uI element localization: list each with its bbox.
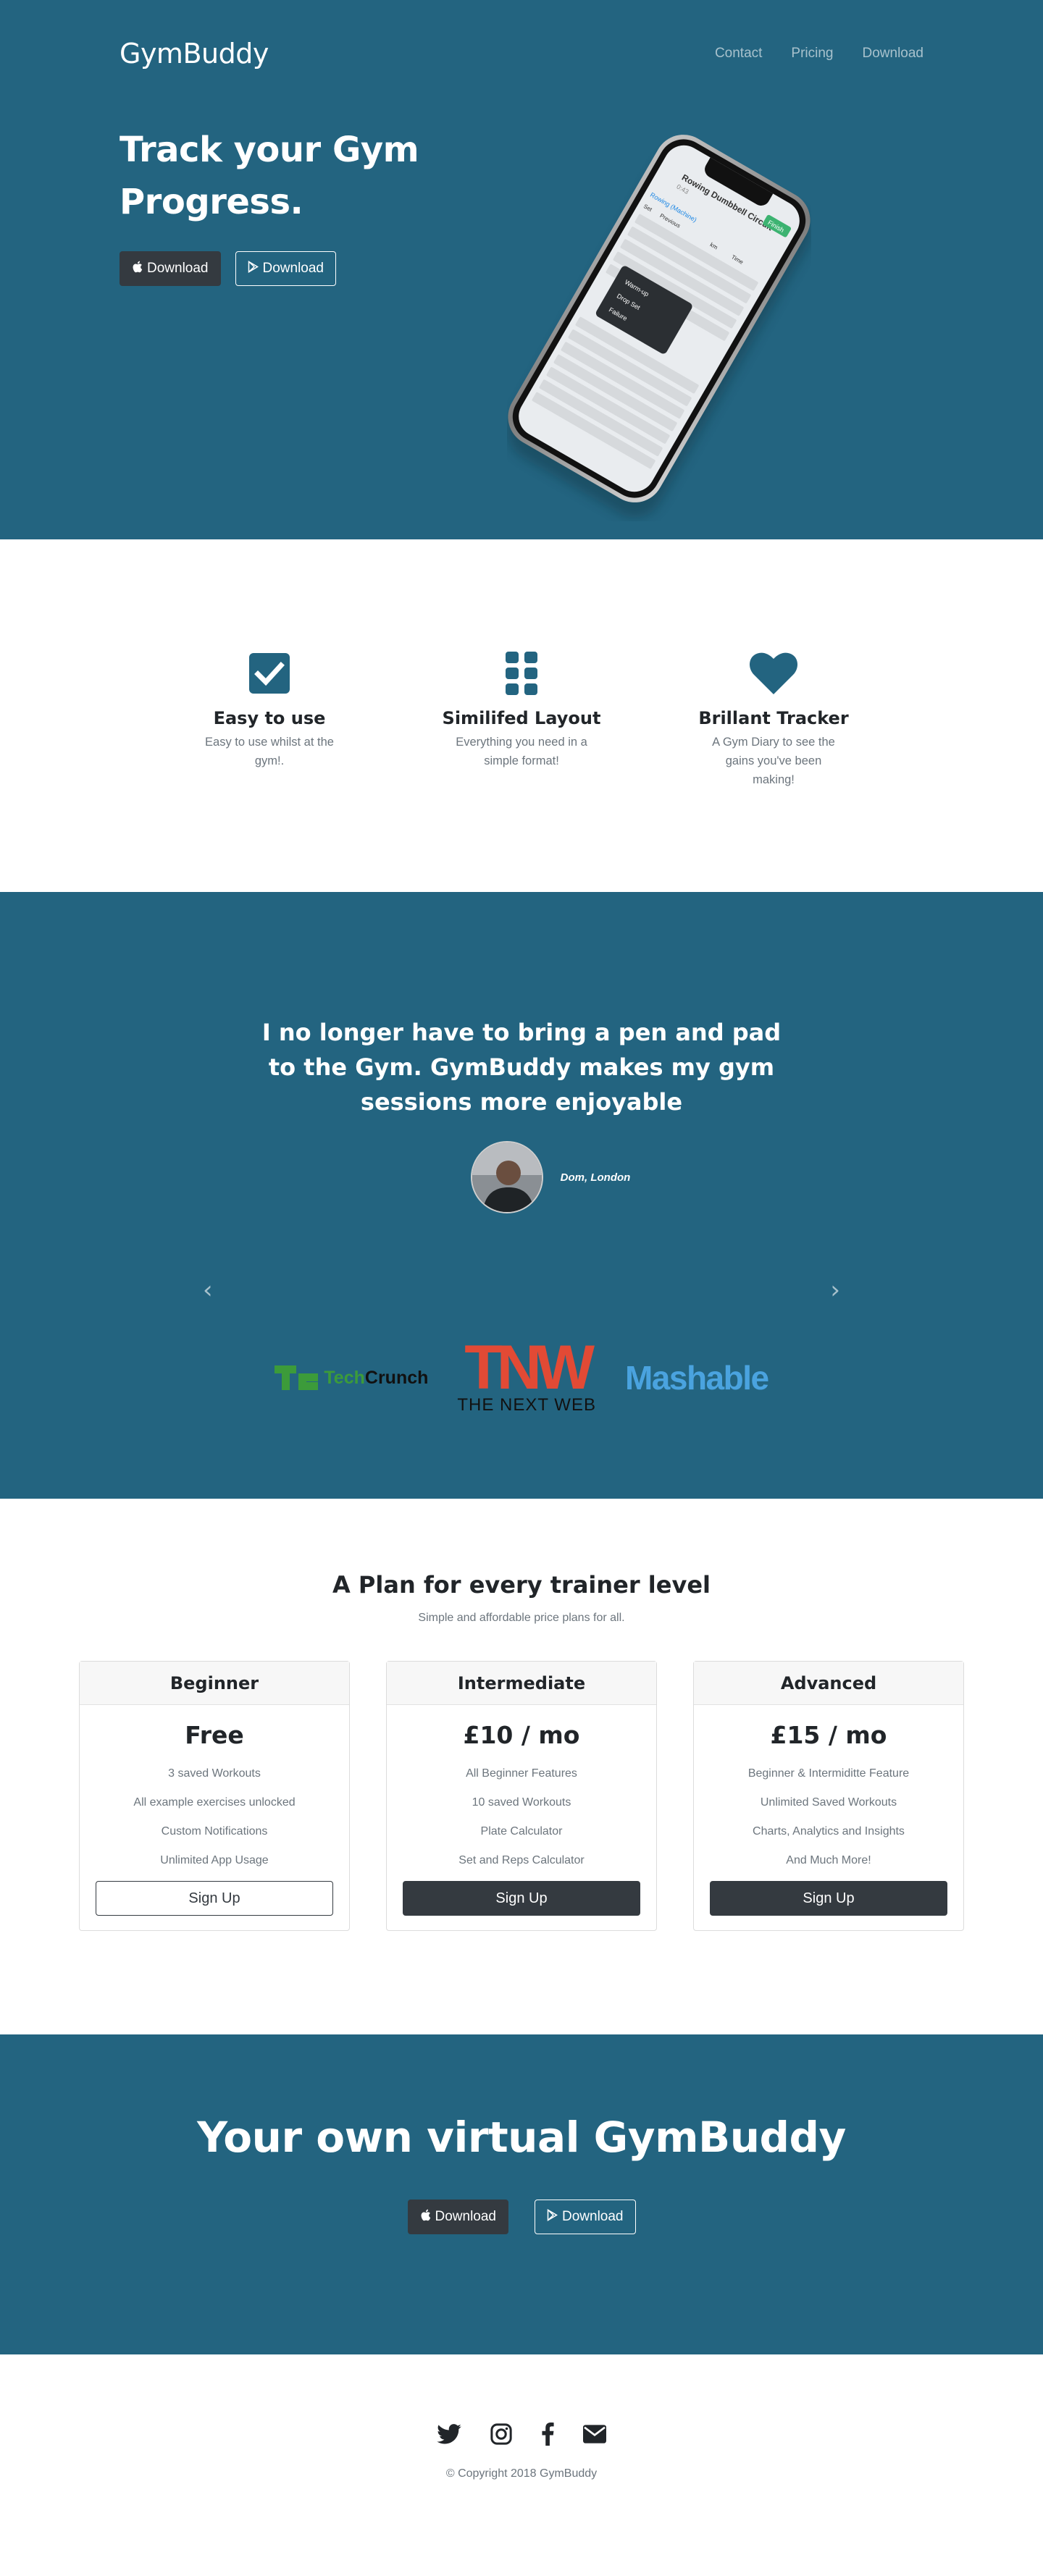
pricing-title: A Plan for every trainer level xyxy=(332,1571,711,1599)
cta-section: Your own virtual GymBuddy Download Downl… xyxy=(0,2034,1043,2354)
apple-icon xyxy=(132,261,143,277)
feature-title: Similifed Layout xyxy=(442,708,601,728)
chevron-right-icon[interactable]: › xyxy=(830,1276,840,1305)
testimonial-author-name: Dom, London xyxy=(560,1171,631,1184)
google-play-icon xyxy=(248,261,259,277)
techcrunch-logo: TechCrunch xyxy=(275,1365,428,1390)
sign-up-button-beginner[interactable]: Sign Up xyxy=(96,1881,333,1916)
features-section: Easy to use Easy to use whilst at the gy… xyxy=(0,539,1043,892)
plan-feature: 10 saved Workouts xyxy=(472,1796,571,1809)
plan-feature: Set and Reps Calculator xyxy=(458,1854,585,1866)
footer: © Copyright 2018 GymBuddy xyxy=(0,2354,1043,2576)
google-play-icon xyxy=(547,2209,558,2225)
hero-title: Track your Gym Progress. xyxy=(120,130,419,222)
app-store-download-label: Download xyxy=(147,261,209,276)
plan-card-intermediate: Intermediate £10 / mo All Beginner Featu… xyxy=(386,1661,657,1931)
tnw-logo: TNW THE NEXT WEB xyxy=(457,1333,596,1415)
envelope-icon[interactable] xyxy=(583,2425,606,2444)
plan-price: Free xyxy=(185,1721,244,1749)
check-square-icon xyxy=(172,650,367,696)
brand-logo[interactable]: GymBuddy xyxy=(120,38,269,70)
plan-name: Beginner xyxy=(80,1662,349,1705)
feature-tracker: Brillant Tracker A Gym Diary to see the … xyxy=(676,650,871,892)
twitter-icon[interactable] xyxy=(437,2424,461,2444)
plan-name: Intermediate xyxy=(387,1662,656,1705)
feature-text: Everything you need in a simple format! xyxy=(456,736,587,767)
tnw-logo-subtitle: THE NEXT WEB xyxy=(457,1395,596,1415)
plan-price: £10 / mo xyxy=(463,1721,580,1749)
grid-icon xyxy=(424,650,619,696)
cta-title: Your own virtual GymBuddy xyxy=(197,2113,846,2162)
testimonial-author: Dom, London xyxy=(58,1141,1043,1213)
hero-section: GymBuddy Contact Pricing Download Track … xyxy=(0,0,1043,539)
instagram-icon[interactable] xyxy=(490,2423,512,2445)
feature-layout: Similifed Layout Everything you need in … xyxy=(424,650,619,892)
mashable-logo: Mashable xyxy=(624,1359,769,1397)
plan-feature: 3 saved Workouts xyxy=(168,1767,261,1780)
app-store-download-button[interactable]: Download xyxy=(407,2200,508,2234)
plan-price: £15 / mo xyxy=(770,1721,887,1749)
plan-feature: And Much More! xyxy=(786,1854,871,1866)
plan-feature: Unlimited App Usage xyxy=(160,1854,269,1866)
feature-text: Easy to use whilst at the gym!. xyxy=(205,736,334,767)
techcrunch-crunch: Crunch xyxy=(364,1367,429,1388)
copyright: © Copyright 2018 GymBuddy xyxy=(445,2467,598,2480)
play-store-download-button[interactable]: Download xyxy=(535,2200,636,2234)
play-store-download-label: Download xyxy=(562,2209,624,2224)
plan-card-beginner: Beginner Free 3 saved Workouts All examp… xyxy=(79,1661,350,1931)
nav-link-pricing[interactable]: Pricing xyxy=(791,46,833,62)
sign-up-button-advanced[interactable]: Sign Up xyxy=(710,1881,947,1916)
feature-easy: Easy to use Easy to use whilst at the gy… xyxy=(172,650,367,892)
play-store-download-button[interactable]: Download xyxy=(235,251,336,286)
testimonial-section: ‹ › I no longer have to bring a pen and … xyxy=(0,892,1043,1499)
app-store-download-button[interactable]: Download xyxy=(120,251,221,286)
pricing-section: A Plan for every trainer level Simple an… xyxy=(0,1499,1043,2034)
pricing-plans: Beginner Free 3 saved Workouts All examp… xyxy=(0,1661,1043,1931)
chevron-left-icon[interactable]: ‹ xyxy=(203,1276,213,1305)
tnw-logo-letters: TNW xyxy=(464,1333,595,1402)
feature-title: Easy to use xyxy=(213,708,326,728)
plan-name: Advanced xyxy=(694,1662,963,1705)
facebook-icon[interactable] xyxy=(541,2423,554,2446)
plan-feature: Charts, Analytics and Insights xyxy=(753,1825,905,1838)
plan-feature: Beginner & Intermiditte Feature xyxy=(747,1767,910,1780)
navbar: GymBuddy Contact Pricing Download xyxy=(120,0,923,70)
plan-feature: Custom Notifications xyxy=(161,1825,268,1838)
pricing-subtitle: Simple and affordable price plans for al… xyxy=(418,1612,625,1624)
techcrunch-tech: Tech xyxy=(324,1367,365,1388)
nav-link-contact[interactable]: Contact xyxy=(715,46,762,62)
social-links xyxy=(0,2423,1043,2446)
feature-title: Brillant Tracker xyxy=(698,708,849,728)
plan-feature: All Beginner Features xyxy=(466,1767,577,1780)
feature-text: A Gym Diary to see the gains you've been… xyxy=(712,736,835,786)
testimonial-quote: I no longer have to bring a pen and pad … xyxy=(261,1019,782,1116)
plan-card-advanced: Advanced £15 / mo Beginner & Intermiditt… xyxy=(693,1661,964,1931)
play-store-download-label: Download xyxy=(262,261,324,276)
cta-buttons: Download Download xyxy=(0,2200,1043,2234)
nav-links: Contact Pricing Download xyxy=(686,46,923,62)
plan-feature: All example exercises unlocked xyxy=(133,1796,296,1809)
app-store-download-label: Download xyxy=(435,2209,497,2224)
apple-icon xyxy=(420,2209,431,2225)
avatar xyxy=(470,1141,543,1213)
plan-feature: Unlimited Saved Workouts xyxy=(760,1796,897,1809)
plan-feature: Plate Calculator xyxy=(480,1825,563,1838)
phone-mockup: Rowing Dumbbell Circuit 0:43 Finish Rowi… xyxy=(507,116,811,521)
press-logos: TechCrunch TNW THE NEXT WEB Mashable xyxy=(0,1333,1043,1415)
sign-up-button-intermediate[interactable]: Sign Up xyxy=(403,1881,640,1916)
nav-link-download[interactable]: Download xyxy=(863,46,924,62)
heart-icon xyxy=(676,650,871,696)
